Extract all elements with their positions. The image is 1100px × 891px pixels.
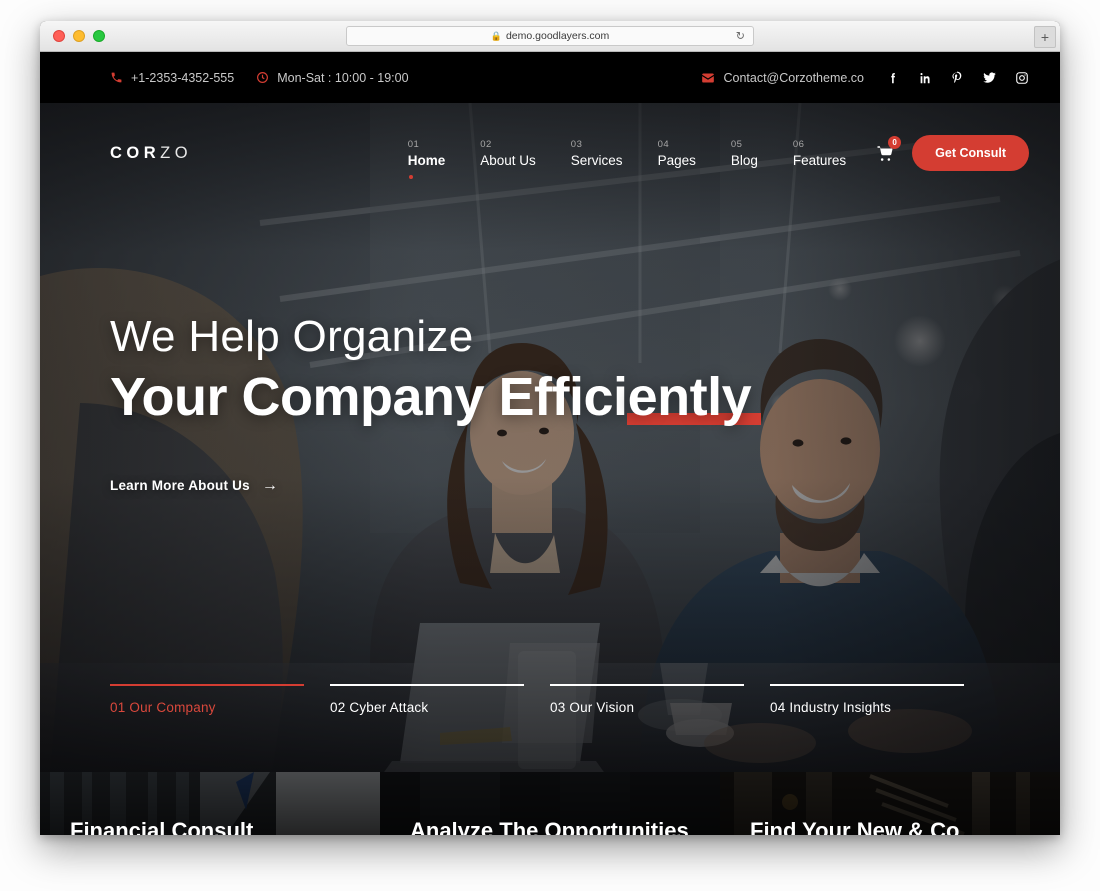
feature-card-analyze-opportunities[interactable]: Analyze The Opportunities [380,772,720,835]
nav-number: 01 [407,138,420,150]
hero-heading-highlight: ently [626,367,761,428]
minimize-window-button[interactable] [73,30,85,42]
cart-icon[interactable]: 0 [876,136,902,162]
learn-more-label: Learn More About Us [110,478,250,494]
new-tab-button[interactable]: + [1034,26,1056,48]
envelope-icon [701,71,715,85]
browser-chrome-bar: 🔒 demo.goodlayers.com ↻ + [40,21,1060,52]
nav-item-blog[interactable]: 05 Blog [731,139,758,168]
nav-item-services[interactable]: 03 Services [571,139,623,168]
nav-label: Blog [730,152,758,168]
learn-more-link[interactable]: Learn More About Us → [110,477,278,495]
nav-label: About Us [480,152,536,168]
site-header: CORZO 01 Home 02 About Us 03 Services 04… [40,103,1060,179]
url-text: demo.goodlayers.com [505,30,610,42]
nav-number: 05 [730,138,743,150]
nav-item-features[interactable]: 06 Features [793,139,846,168]
nav-number: 04 [657,138,670,150]
slider-tab-bar [110,684,304,686]
instagram-icon[interactable] [1015,71,1029,85]
hero-subheading: We Help Organize [110,312,474,361]
hero-heading-plain: Your Company Effici [110,367,628,428]
slider-tab-label: 04 Industry Insights [770,700,892,715]
zoom-window-button[interactable] [93,30,105,42]
site-logo[interactable]: CORZO [110,144,192,163]
logo-light-text: ZO [160,143,193,162]
linkedin-icon[interactable] [918,71,932,85]
page-viewport: +1-2353-4352-555 Mon-Sat : 10:00 - 19:00… [40,52,1060,835]
nav-item-home[interactable]: 01 Home [407,138,446,179]
phone-contact[interactable]: +1-2353-4352-555 [110,71,234,85]
nav-number: 02 [480,138,492,150]
social-links [886,70,1029,85]
slider-tab-industry-insights[interactable]: 04 Industry Insights [770,684,990,715]
nav-number: 06 [792,138,805,150]
hero-heading: Your Company Efficiently [110,367,761,428]
card-title: Find Your New & Co [750,817,960,835]
window-traffic-lights[interactable] [53,30,105,42]
nav-item-pages[interactable]: 04 Pages [658,139,696,168]
topbar-right-group: Contact@Corzotheme.co [701,70,1029,85]
card-title: Financial Consult [70,817,254,835]
slider-tab-our-vision[interactable]: 03 Our Vision [550,684,770,715]
slider-tab-our-company[interactable]: 01 Our Company [110,684,330,715]
twitter-icon[interactable] [982,70,997,85]
slider-tab-bar [550,684,744,686]
card-title: Analyze The Opportunities [410,817,689,835]
slider-tab-label: 03 Our Vision [550,700,635,715]
close-window-button[interactable] [53,30,65,42]
main-navigation: 01 Home 02 About Us 03 Services 04 Pages… [407,138,846,179]
phone-icon [110,71,123,84]
feature-cards-strip: Financial Consult Analyze The Opportunit… [40,772,1060,835]
slider-tab-label: 02 Cyber Attack [330,700,429,715]
phone-number: +1-2353-4352-555 [131,70,235,85]
slider-tab-cyber-attack[interactable]: 02 Cyber Attack [330,684,550,715]
address-bar[interactable]: 🔒 demo.goodlayers.com ↻ [346,26,754,46]
topbar-left-group: +1-2353-4352-555 Mon-Sat : 10:00 - 19:00 [110,71,409,85]
new-tab-label: + [1040,29,1050,45]
pinterest-icon[interactable] [950,71,964,85]
hero-section: CORZO 01 Home 02 About Us 03 Services 04… [40,103,1060,772]
nav-number: 03 [570,138,583,150]
header-actions: 0 Get Consult [876,135,1029,171]
hero-slider-nav: 01 Our Company 02 Cyber Attack 03 Our Vi… [110,684,990,715]
arrow-right-icon: → [261,476,279,494]
get-consult-button[interactable]: Get Consult [912,135,1029,171]
feature-card-financial-consult[interactable]: Financial Consult [40,772,380,835]
nav-label: Features [792,152,847,168]
hours-text: Mon-Sat : 10:00 - 19:00 [277,70,409,85]
slider-tab-bar [330,684,524,686]
slider-tab-bar [770,684,964,686]
nav-item-about-us[interactable]: 02 About Us [480,139,536,168]
cart-count-badge: 0 [888,136,902,149]
browser-window: 🔒 demo.goodlayers.com ↻ + +1-2353-4352-5… [40,21,1060,835]
business-hours: Mon-Sat : 10:00 - 19:00 [256,70,409,85]
email-contact[interactable]: Contact@Corzotheme.co [701,71,864,85]
feature-card-find-your-new[interactable]: Find Your New & Co [720,772,1060,835]
reload-icon[interactable]: ↻ [736,30,745,43]
nav-active-indicator [408,174,413,179]
hero-content: We Help Organize Your Company Efficientl… [110,312,761,495]
top-utility-bar: +1-2353-4352-555 Mon-Sat : 10:00 - 19:00… [40,52,1060,103]
nav-label: Services [570,152,623,168]
slider-tab-label: 01 Our Company [110,700,216,715]
nav-label: Home [407,152,446,168]
facebook-icon[interactable] [886,71,900,85]
email-address: Contact@Corzotheme.co [723,70,864,85]
clock-icon [256,71,269,84]
nav-label: Pages [657,152,696,168]
logo-bold-text: COR [110,143,161,162]
lock-icon: 🔒 [490,30,502,41]
